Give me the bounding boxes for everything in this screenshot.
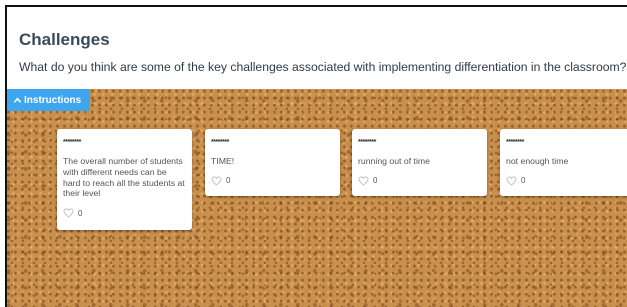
chevron-up-icon	[13, 97, 22, 103]
like-count: 0	[226, 176, 231, 186]
post-card[interactable]: ******** not enough time 0	[500, 129, 627, 196]
heart-icon	[506, 176, 517, 186]
app-frame: Challenges What do you think are some of…	[5, 5, 627, 307]
post-author: ********	[63, 139, 81, 146]
instructions-label: Instructions	[24, 94, 82, 106]
post-author: ********	[506, 139, 524, 146]
like-button[interactable]: 0	[358, 176, 481, 186]
like-count: 0	[521, 176, 526, 186]
question-prompt: What do you think are some of the key ch…	[19, 60, 627, 74]
page-title: Challenges	[19, 30, 110, 49]
heart-icon	[211, 176, 222, 186]
post-card[interactable]: ******** TIME! 0	[205, 129, 340, 196]
heart-icon	[358, 176, 369, 186]
post-text: The overall number of students with diff…	[63, 156, 185, 199]
like-count: 0	[373, 176, 378, 186]
like-button[interactable]: 0	[506, 176, 627, 186]
post-text: running out of time	[358, 156, 430, 166]
like-button[interactable]: 0	[211, 176, 334, 186]
post-author: ********	[211, 139, 229, 146]
post-card[interactable]: ******** running out of time 0	[352, 129, 487, 196]
corkboard: Instructions ******** The overall number…	[7, 89, 627, 307]
instructions-toggle[interactable]: Instructions	[7, 89, 91, 111]
post-card[interactable]: ******** The overall number of students …	[57, 129, 192, 230]
header: Challenges What do you think are some of…	[7, 7, 627, 89]
like-button[interactable]: 0	[63, 208, 186, 218]
post-text: TIME!	[211, 156, 235, 166]
post-author: ********	[358, 139, 376, 146]
post-text: not enough time	[506, 156, 569, 166]
like-count: 0	[78, 208, 83, 218]
heart-icon	[63, 208, 74, 218]
